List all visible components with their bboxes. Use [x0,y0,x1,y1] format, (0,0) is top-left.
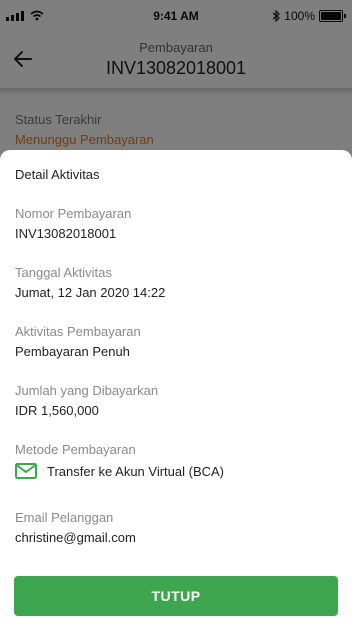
close-button[interactable]: TUTUP [14,576,338,616]
payment-activity-label: Aktivitas Pembayaran [15,324,141,339]
activity-date-value: Jumat, 12 Jan 2020 14:22 [15,285,166,300]
payment-number-label: Nomor Pembayaran [15,206,132,221]
activity-date-label: Tanggal Aktivitas [15,265,112,280]
payment-method-value: Transfer ke Akun Virtual (BCA) [47,463,225,479]
payment-method: Transfer ke Akun Virtual (BCA) [15,463,224,479]
amount-paid-value: IDR 1,560,000 [15,403,99,418]
customer-email-label: Email Pelanggan [15,510,114,525]
activity-detail-sheet: Detail Aktivitas Nomor Pembayaran INV130… [0,150,352,630]
mail-icon [15,463,37,479]
sheet-title: Detail Aktivitas [15,167,100,182]
customer-email-value: christine@gmail.com [15,530,136,545]
payment-number-value: INV13082018001 [15,226,117,241]
payment-activity-value: Pembayaran Penuh [15,344,130,359]
amount-paid-label: Jumlah yang Dibayarkan [15,383,159,398]
payment-method-label: Metode Pembayaran [15,442,136,457]
